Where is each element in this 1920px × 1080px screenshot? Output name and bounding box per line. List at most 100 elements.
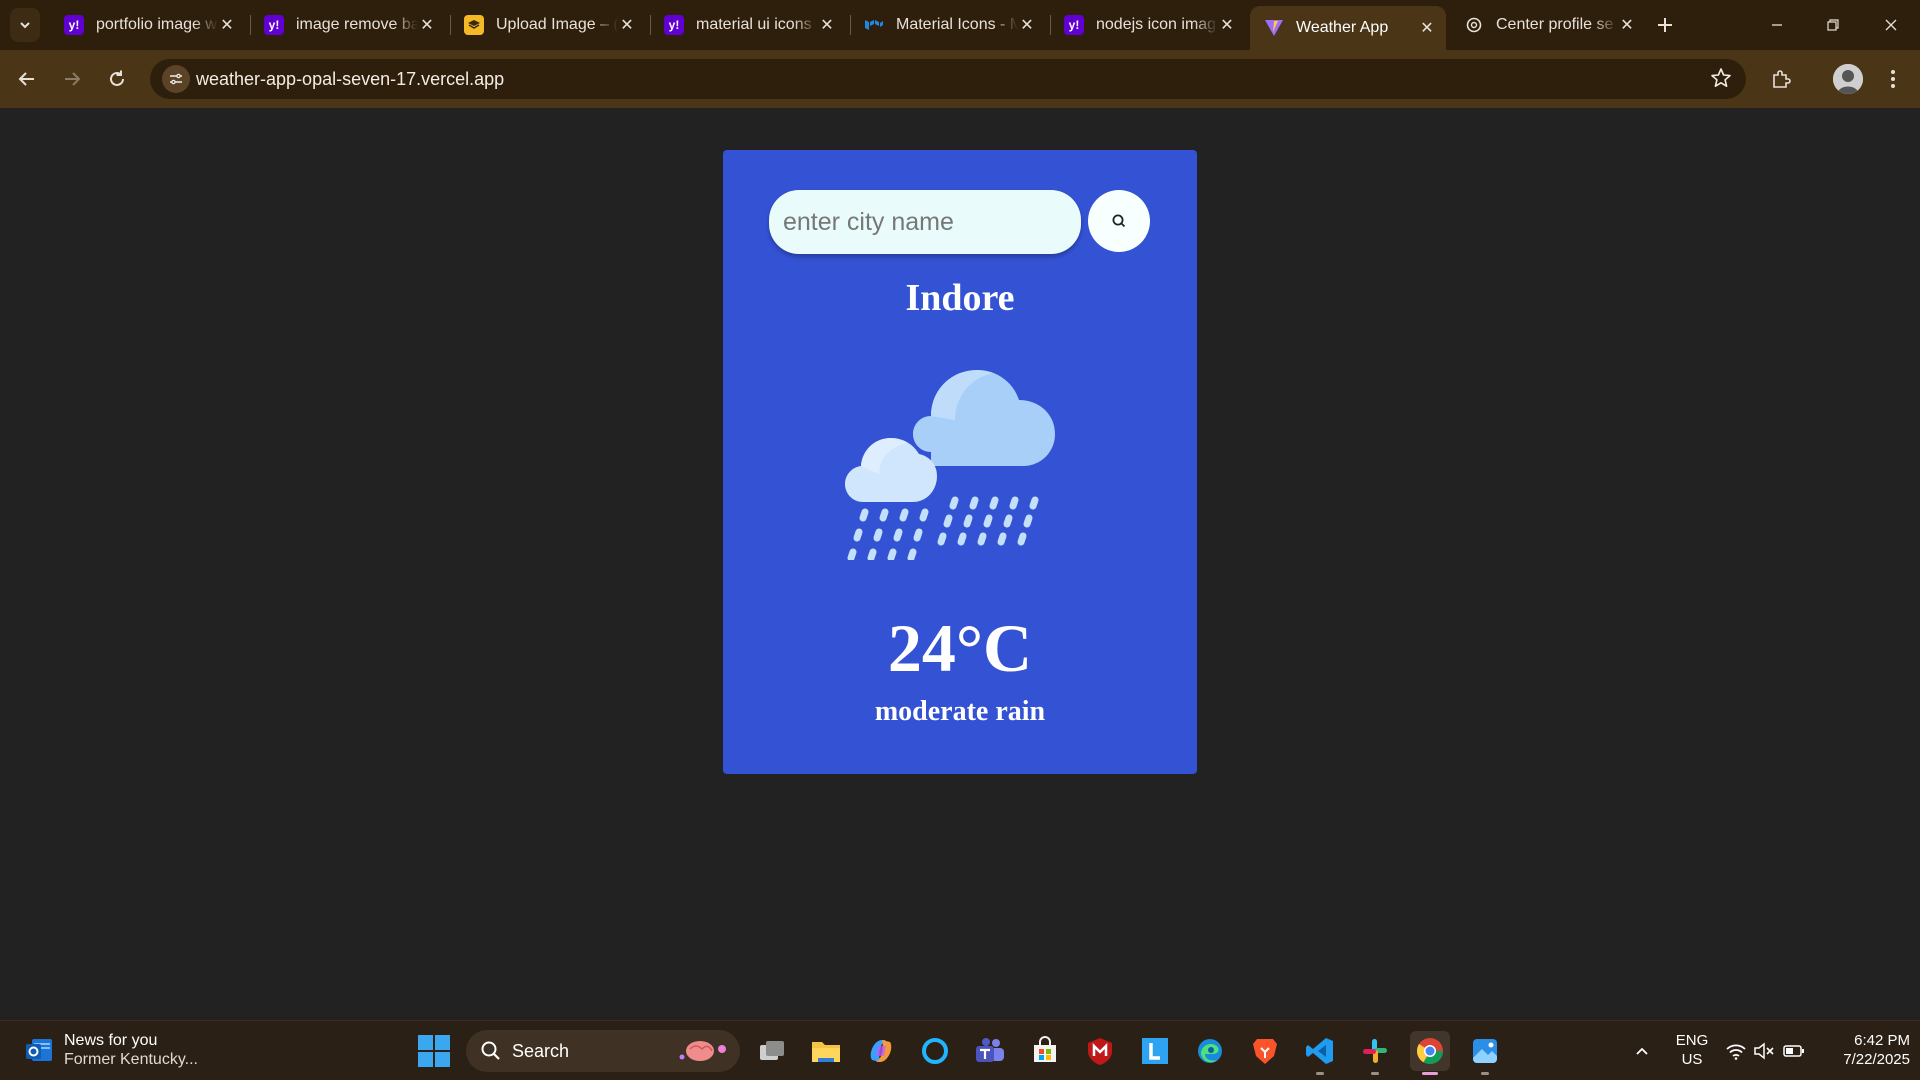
more-vert-icon	[1891, 70, 1895, 88]
forward-button[interactable]	[55, 62, 89, 96]
system-clock[interactable]: 6:42 PM 7/22/2025	[1820, 1031, 1910, 1069]
slack-icon	[1363, 1039, 1387, 1063]
bookmark-button[interactable]	[1710, 67, 1732, 94]
windows-logo-icon	[435, 1035, 450, 1050]
address-bar[interactable]: weather-app-opal-seven-17.vercel.app	[150, 59, 1746, 99]
running-indicator	[1371, 1072, 1379, 1075]
search-button[interactable]	[1088, 190, 1150, 252]
clock-date: 7/22/2025	[1843, 1051, 1910, 1068]
start-button[interactable]	[418, 1035, 450, 1067]
close-icon[interactable]: ✕	[1618, 16, 1636, 34]
microsoft-store-button[interactable]	[1025, 1031, 1065, 1071]
close-icon[interactable]: ✕	[418, 16, 436, 34]
plus-icon	[1658, 18, 1672, 32]
extensions-button[interactable]	[1764, 62, 1798, 96]
back-button[interactable]	[10, 62, 44, 96]
close-icon[interactable]: ✕	[1218, 16, 1236, 34]
url-text[interactable]: weather-app-opal-seven-17.vercel.app	[196, 69, 504, 90]
browser-menu-button[interactable]	[1876, 62, 1910, 96]
browser-tab-active[interactable]: Weather App ✕	[1250, 6, 1446, 50]
browser-tab[interactable]: y! nodejs icon imag ✕	[1050, 6, 1246, 44]
close-icon[interactable]: ✕	[1418, 19, 1436, 37]
chrome-icon	[1416, 1038, 1444, 1065]
windows-logo-icon	[418, 1052, 433, 1067]
brain-highlight-icon	[679, 1041, 726, 1061]
close-icon[interactable]: ✕	[1018, 16, 1036, 34]
microsoft-store-icon	[1034, 1036, 1056, 1062]
taskbar-search[interactable]: Search	[466, 1030, 740, 1072]
browser-tab[interactable]: y! image remove ba ✕	[250, 6, 446, 44]
mcafee-button[interactable]	[1080, 1031, 1120, 1071]
task-view-button[interactable]	[752, 1031, 792, 1071]
teams-button[interactable]	[970, 1031, 1010, 1071]
minimize-icon	[1772, 24, 1782, 26]
vscode-button[interactable]	[1300, 1031, 1340, 1075]
close-icon[interactable]: ✕	[818, 16, 836, 34]
l-app-button[interactable]	[1135, 1031, 1175, 1071]
restore-icon	[1827, 19, 1839, 31]
running-indicator	[1481, 1072, 1489, 1075]
tab-separator	[850, 15, 851, 35]
reload-button[interactable]	[100, 62, 134, 96]
vscode-icon	[1306, 1038, 1333, 1064]
brave-button[interactable]	[1245, 1031, 1285, 1071]
close-icon[interactable]: ✕	[218, 16, 236, 34]
slack-button[interactable]	[1355, 1031, 1395, 1075]
restore-button[interactable]	[1810, 8, 1856, 42]
profile-avatar-icon	[1833, 64, 1863, 94]
browser-tab[interactable]: y! material ui icons ✕	[650, 6, 846, 44]
running-indicator	[1316, 1072, 1324, 1075]
language-code: ENG	[1675, 1032, 1709, 1049]
file-explorer-icon	[812, 1042, 840, 1062]
close-window-button[interactable]	[1868, 8, 1914, 42]
cortana-icon	[922, 1038, 948, 1064]
tab-separator	[250, 15, 251, 35]
copilot-button[interactable]	[861, 1031, 901, 1071]
news-title: News for you	[64, 1032, 158, 1049]
tab-separator	[450, 15, 451, 35]
tab-separator	[1050, 15, 1051, 35]
mui-icon	[864, 15, 884, 35]
browser-tab[interactable]: Material Icons - M ✕	[850, 6, 1046, 44]
chrome-button[interactable]	[1410, 1031, 1450, 1075]
windows-taskbar: News for you Former Kentucky... Search E…	[0, 1020, 1920, 1080]
tab-title: Upload Image – (	[496, 16, 618, 33]
show-hidden-icons-button[interactable]	[1622, 1031, 1662, 1071]
edge-icon	[1198, 1039, 1222, 1063]
photos-icon	[1473, 1039, 1497, 1063]
temperature-value: 24°C	[887, 610, 1033, 686]
battery-button[interactable]	[1774, 1031, 1814, 1071]
language-indicator[interactable]: ENG US	[1672, 1031, 1712, 1069]
site-info-button[interactable]	[162, 65, 190, 93]
tab-title: image remove ba	[296, 16, 418, 33]
tune-icon	[170, 73, 182, 85]
photos-button[interactable]	[1465, 1031, 1505, 1075]
edge-button[interactable]	[1190, 1031, 1230, 1071]
tab-title: nodejs icon imag	[1096, 16, 1217, 33]
arrow-left-icon	[18, 72, 34, 86]
new-tab-button[interactable]	[1650, 10, 1680, 40]
file-explorer-button[interactable]	[806, 1031, 846, 1071]
clock-time: 6:42 PM	[1854, 1032, 1910, 1049]
openai-icon	[1464, 15, 1484, 35]
tab-search-button[interactable]	[10, 8, 40, 42]
arrow-right-icon	[65, 72, 81, 86]
chevron-up-icon	[1636, 1047, 1648, 1055]
copilot-icon	[870, 1040, 892, 1062]
browser-toolbar: weather-app-opal-seven-17.vercel.app	[0, 50, 1920, 108]
tab-title: portfolio image w	[96, 16, 217, 33]
minimize-button[interactable]	[1754, 8, 1800, 42]
browser-tab[interactable]: Upload Image – ( ✕	[450, 6, 646, 44]
tab-title: Material Icons - M	[896, 16, 1018, 33]
city-search-input[interactable]	[769, 190, 1081, 254]
cortana-button[interactable]	[915, 1031, 955, 1071]
close-icon[interactable]: ✕	[618, 16, 636, 34]
browser-tab[interactable]: y! portfolio image w ✕	[50, 6, 246, 44]
news-subtitle: Former Kentucky...	[64, 1051, 198, 1068]
news-widget[interactable]: News for you Former Kentucky...	[24, 1031, 198, 1069]
browser-tab[interactable]: Center profile se ✕	[1450, 6, 1646, 44]
weather-description: moderate rain	[874, 696, 1046, 727]
mcafee-icon	[1088, 1038, 1112, 1065]
avatar[interactable]	[1833, 64, 1863, 94]
yahoo-icon: y!	[64, 15, 84, 35]
